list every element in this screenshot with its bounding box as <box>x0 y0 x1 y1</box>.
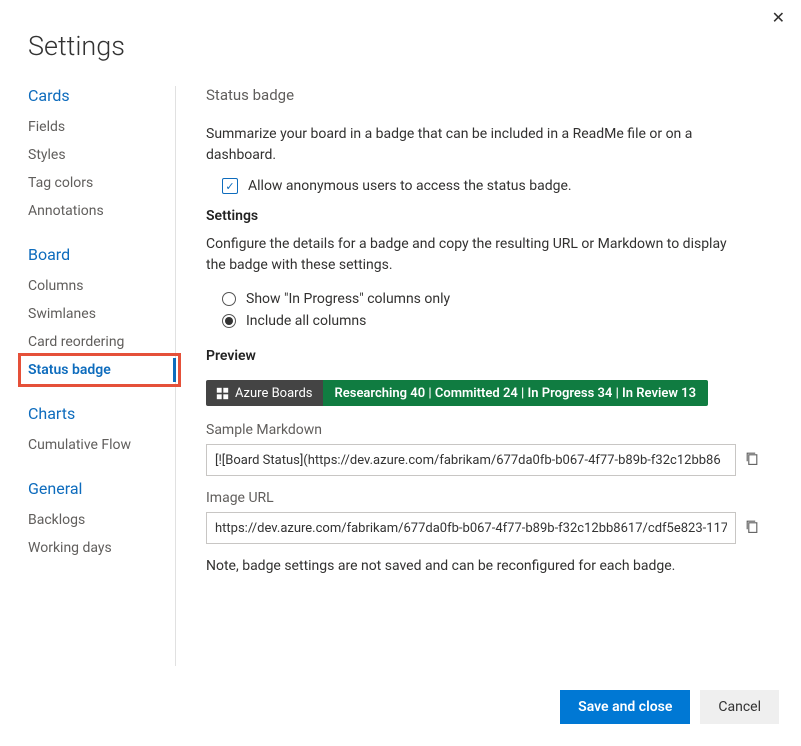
columns-radio-group: Show "In Progress" columns only Include … <box>222 288 779 332</box>
note-text: Note, badge settings are not saved and c… <box>206 558 779 574</box>
save-and-close-button[interactable]: Save and close <box>560 690 690 724</box>
image-url-label: Image URL <box>206 490 779 506</box>
copy-url-button[interactable] <box>744 518 764 538</box>
dialog-title: Settings <box>28 30 779 62</box>
sidebar-item-annotations[interactable]: Annotations <box>28 197 175 225</box>
status-badge-preview: Azure Boards Researching 40 | Committed … <box>206 380 708 406</box>
sidebar-item-backlogs[interactable]: Backlogs <box>28 506 175 534</box>
sidebar-item-card-reordering[interactable]: Card reordering <box>28 328 175 356</box>
radio-label: Show "In Progress" columns only <box>246 291 450 307</box>
sidebar-item-fields[interactable]: Fields <box>28 113 175 141</box>
main-panel: Status badge Summarize your board in a b… <box>176 86 779 666</box>
sidebar-header-charts: Charts <box>28 398 175 425</box>
active-indicator <box>173 358 176 382</box>
cancel-button[interactable]: Cancel <box>700 690 779 724</box>
allow-anonymous-row[interactable]: ✓ Allow anonymous users to access the st… <box>222 178 779 194</box>
section-title: Status badge <box>206 86 779 104</box>
radio-icon[interactable] <box>222 292 236 306</box>
close-icon[interactable]: ✕ <box>772 10 785 26</box>
intro-text: Summarize your board in a badge that can… <box>206 124 756 166</box>
settings-desc: Configure the details for a badge and co… <box>206 234 746 276</box>
radio-include-all[interactable]: Include all columns <box>222 310 779 332</box>
sample-markdown-input[interactable] <box>206 444 736 476</box>
sidebar-header-general: General <box>28 473 175 500</box>
preview-heading: Preview <box>206 348 779 364</box>
radio-show-in-progress[interactable]: Show "In Progress" columns only <box>222 288 779 310</box>
sidebar-item-working-days[interactable]: Working days <box>28 534 175 562</box>
sidebar-item-label: Status badge <box>28 362 111 378</box>
allow-anonymous-label: Allow anonymous users to access the stat… <box>248 178 572 194</box>
sidebar: Cards Fields Styles Tag colors Annotatio… <box>28 86 176 666</box>
sidebar-item-columns[interactable]: Columns <box>28 272 175 300</box>
badge-brand-text: Azure Boards <box>235 386 313 401</box>
sidebar-item-status-badge[interactable]: Status badge <box>28 356 175 384</box>
sidebar-item-tag-colors[interactable]: Tag colors <box>28 169 175 197</box>
sidebar-item-cumulative-flow[interactable]: Cumulative Flow <box>28 431 175 459</box>
settings-heading: Settings <box>206 208 779 224</box>
checkbox-icon[interactable]: ✓ <box>222 178 238 194</box>
azure-boards-icon <box>216 387 229 400</box>
sidebar-item-swimlanes[interactable]: Swimlanes <box>28 300 175 328</box>
sidebar-header-board: Board <box>28 239 175 266</box>
radio-icon[interactable] <box>222 314 236 328</box>
copy-icon <box>744 450 760 466</box>
image-url-input[interactable] <box>206 512 736 544</box>
sample-markdown-label: Sample Markdown <box>206 422 779 438</box>
sidebar-item-styles[interactable]: Styles <box>28 141 175 169</box>
dialog-footer: Save and close Cancel <box>560 690 779 724</box>
copy-markdown-button[interactable] <box>744 450 764 470</box>
badge-brand: Azure Boards <box>206 380 323 406</box>
radio-label: Include all columns <box>246 313 366 329</box>
badge-status-text: Researching 40 | Committed 24 | In Progr… <box>323 380 709 406</box>
copy-icon <box>744 518 760 534</box>
sidebar-header-cards: Cards <box>28 86 175 107</box>
